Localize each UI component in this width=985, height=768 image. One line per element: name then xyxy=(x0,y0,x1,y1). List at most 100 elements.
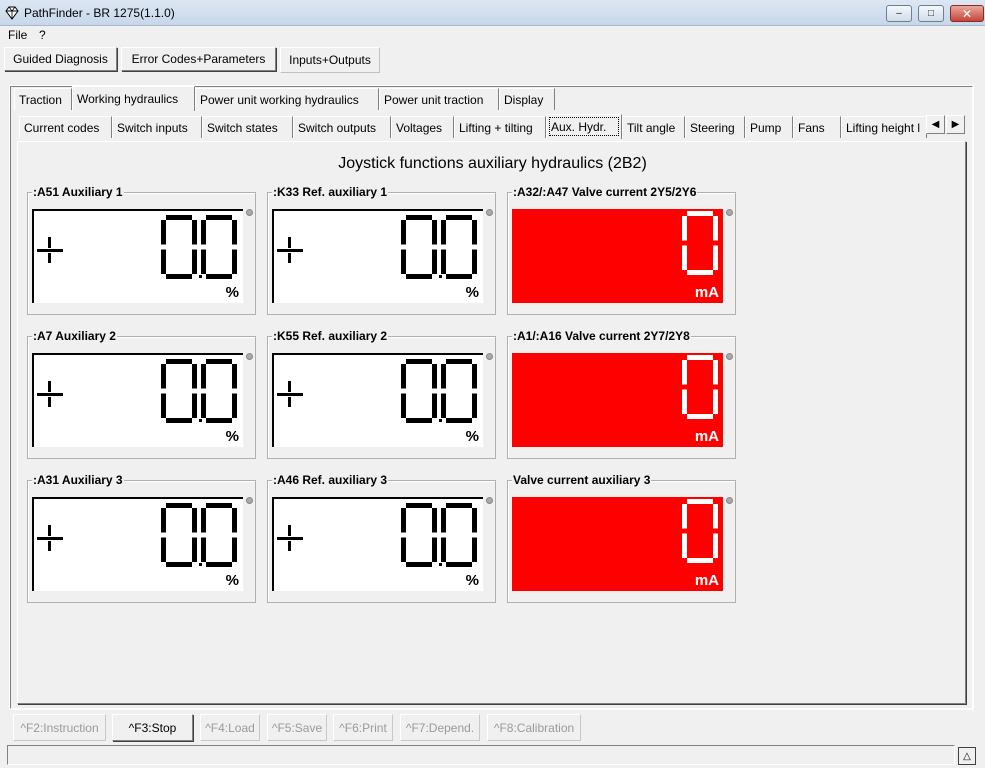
segment-1-f xyxy=(201,364,206,389)
segment-0-d xyxy=(687,414,713,419)
tab-lifting-height[interactable]: Lifting height l xyxy=(841,116,927,138)
tab-lifting-tilting[interactable]: Lifting + tilting xyxy=(454,116,546,138)
segment-1-a xyxy=(446,359,472,364)
segment-1-b xyxy=(472,364,477,389)
seven-segment-value xyxy=(401,359,477,423)
tab-error-codes-parameters[interactable]: Error Codes+Parameters xyxy=(121,47,276,71)
segment-0-b xyxy=(713,216,718,241)
tab-switch-inputs[interactable]: Switch inputs xyxy=(112,116,202,138)
gauge-display: % xyxy=(32,353,243,447)
gauge-group: :K33 Ref. auxiliary 1% xyxy=(267,185,496,315)
segment-1-b xyxy=(232,508,237,533)
gauge-display: % xyxy=(272,497,483,591)
tab-display[interactable]: Display xyxy=(499,88,555,110)
gauge-unit: % xyxy=(465,284,479,301)
decimal-point xyxy=(199,419,202,422)
tab-aux-hydr[interactable]: Aux. Hydr. xyxy=(546,114,622,139)
segment-1-d xyxy=(446,418,472,423)
segment-1-c xyxy=(232,249,237,274)
tab-current-codes[interactable]: Current codes xyxy=(19,116,112,138)
segment-0-c xyxy=(192,249,197,274)
segment-0-a xyxy=(166,359,192,364)
tab-steering[interactable]: Steering xyxy=(685,116,745,138)
function-button[interactable]: ^F7:Depend. xyxy=(400,714,480,741)
segment-0-c xyxy=(432,393,437,418)
tab-power-unit-working-hydraulics[interactable]: Power unit working hydraulics xyxy=(195,88,379,110)
arrow-left-icon: ◀ xyxy=(931,119,940,130)
status-bar xyxy=(7,745,955,765)
seven-segment-value xyxy=(682,355,718,419)
gauge-unit: % xyxy=(465,428,479,445)
function-button[interactable]: ^F6:Print xyxy=(333,714,393,741)
segment-1-e xyxy=(441,393,446,418)
segment-0-f xyxy=(161,364,166,389)
tab-pump[interactable]: Pump xyxy=(745,116,793,138)
status-led-icon xyxy=(246,497,253,504)
segment-0-d xyxy=(166,562,192,567)
function-button[interactable]: ^F2:Instruction xyxy=(13,714,106,741)
segment-0-a xyxy=(406,215,432,220)
function-button[interactable]: ^F3:Stop xyxy=(112,714,193,741)
menu-help[interactable]: ? xyxy=(39,28,46,42)
maximize-button[interactable]: □ xyxy=(918,5,944,22)
segment-0-a xyxy=(406,359,432,364)
page-title: Joystick functions auxiliary hydraulics … xyxy=(338,155,647,172)
segment-0-b xyxy=(713,360,718,385)
menu-bar: File ? xyxy=(0,26,985,44)
status-led-icon xyxy=(246,209,253,216)
seven-segment-value xyxy=(682,499,718,563)
gauge-unit: mA xyxy=(694,572,719,589)
tab-guided-diagnosis[interactable]: Guided Diagnosis xyxy=(4,47,117,71)
function-button[interactable]: ^F5:Save xyxy=(267,714,327,741)
segment-1-c xyxy=(232,393,237,418)
segment-0-a xyxy=(166,503,192,508)
segment-1-c xyxy=(472,393,477,418)
segment-1-a xyxy=(446,215,472,220)
plus-minus-sign-icon xyxy=(37,525,63,551)
segment-0-b xyxy=(432,364,437,389)
segment-1-f xyxy=(441,220,446,245)
tab-fans[interactable]: Fans xyxy=(793,116,841,138)
gauge-label: :K33 Ref. auxiliary 1 xyxy=(272,185,389,199)
segment-0-f xyxy=(401,364,406,389)
segment-0-f xyxy=(682,504,687,529)
tab-working-hydraulics[interactable]: Working hydraulics xyxy=(72,86,195,111)
segment-0-e xyxy=(401,393,406,418)
segment-0-d xyxy=(166,274,192,279)
segment-0-a xyxy=(687,355,713,360)
close-button[interactable]: ✕ xyxy=(950,5,984,22)
minimize-button[interactable]: – xyxy=(886,5,912,22)
gauge-display: % xyxy=(272,209,483,303)
segment-1-b xyxy=(232,364,237,389)
gauge-group: Valve current auxiliary 3 mA xyxy=(507,473,736,603)
gauge-display: mA xyxy=(512,353,723,447)
status-led-icon xyxy=(486,497,493,504)
segment-0-c xyxy=(432,249,437,274)
segment-1-a xyxy=(206,359,232,364)
function-button[interactable]: ^F8:Calibration xyxy=(487,714,581,741)
menu-file[interactable]: File xyxy=(8,28,27,42)
segment-0-f xyxy=(682,216,687,241)
tab-inputs-outputs[interactable]: Inputs+Outputs xyxy=(280,47,380,73)
tab-scroll-right-button[interactable]: ▶ xyxy=(946,115,965,134)
gauge-unit: mA xyxy=(694,428,719,445)
tab-voltages[interactable]: Voltages xyxy=(391,116,454,138)
minimize-icon: – xyxy=(896,8,902,19)
gauge-display: mA xyxy=(512,209,723,303)
segment-1-b xyxy=(472,508,477,533)
gauge-label: :A51 Auxiliary 1 xyxy=(32,185,124,199)
segment-0-e xyxy=(682,245,687,270)
gauge-unit: % xyxy=(465,572,479,589)
function-button[interactable]: ^F4:Load xyxy=(200,714,260,741)
segment-0-f xyxy=(161,508,166,533)
status-toggle-button[interactable]: △ xyxy=(958,747,976,765)
segment-1-d xyxy=(206,274,232,279)
tab-switch-states[interactable]: Switch states xyxy=(202,116,293,138)
tab-tilt-angle[interactable]: Tilt angle xyxy=(622,116,685,138)
tab-power-unit-traction[interactable]: Power unit traction xyxy=(379,88,499,110)
tab-switch-outputs[interactable]: Switch outputs xyxy=(293,116,391,138)
tab-traction[interactable]: Traction xyxy=(14,88,72,110)
tab-scroll-left-button[interactable]: ◀ xyxy=(926,115,945,134)
diamond-app-icon xyxy=(5,6,19,20)
triangle-up-icon: △ xyxy=(963,750,971,762)
